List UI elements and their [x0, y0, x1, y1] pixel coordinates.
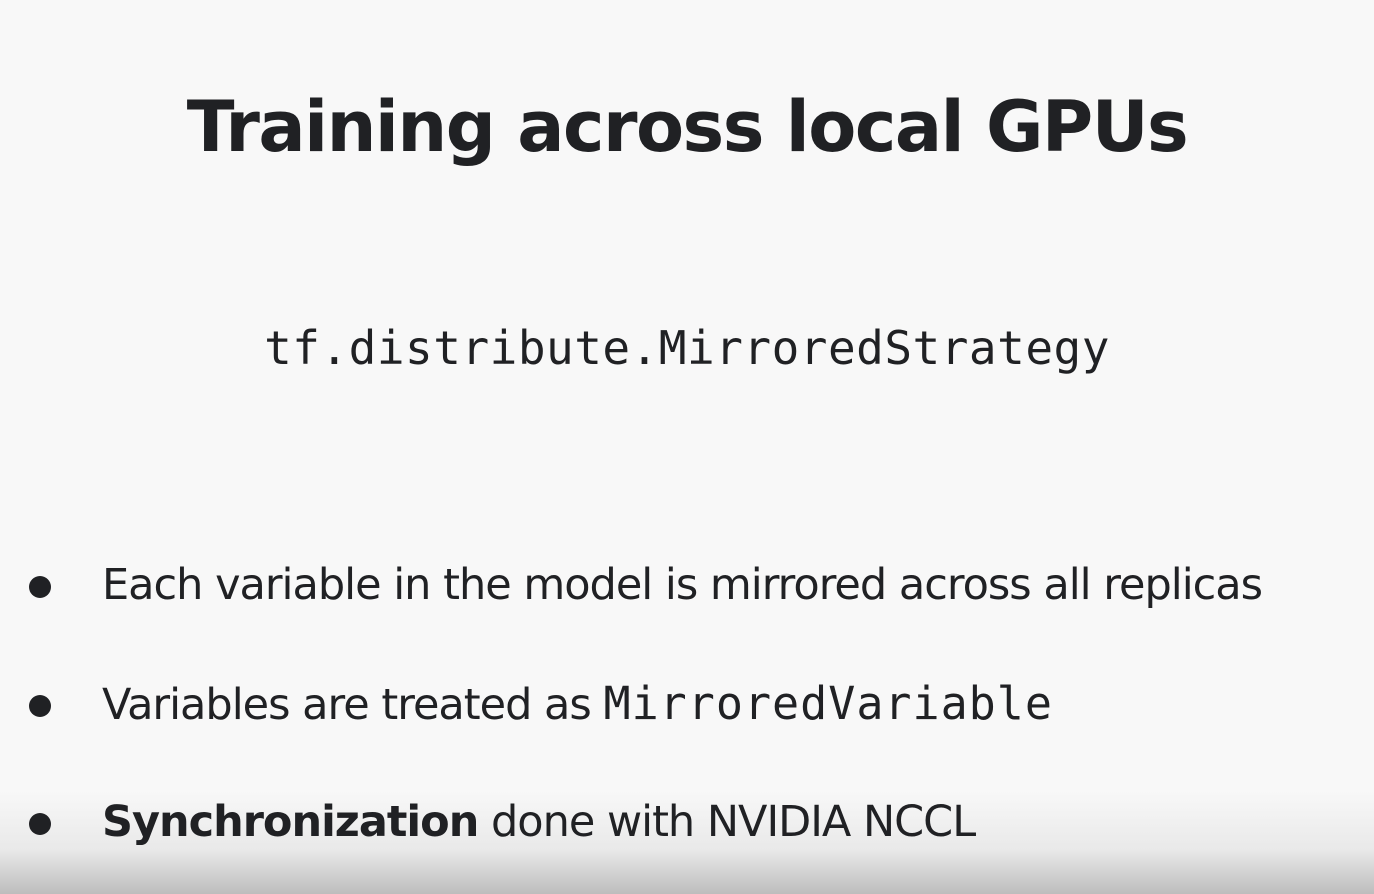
bullet-item: Each variable in the model is mirrored a… [0, 553, 1374, 617]
code-snippet: tf.distribute.MirroredStrategy [264, 321, 1110, 375]
bullet-text-prefix: Variables are treated as [102, 680, 604, 730]
bullet-dot-icon [29, 695, 51, 717]
bullet-text: Variables are treated as MirroredVariabl… [102, 672, 1053, 737]
bullet-dot-icon [29, 813, 51, 835]
bullet-bold-term: Synchronization [102, 797, 479, 847]
bullet-item: Variables are treated as MirroredVariabl… [0, 672, 1374, 736]
slide: Training across local GPUs tf.distribute… [0, 0, 1374, 894]
bullet-text-suffix: done with NVIDIA NCCL [478, 797, 976, 847]
slide-title: Training across local GPUs [186, 86, 1189, 168]
bullet-text: Synchronization done with NVIDIA NCCL [102, 790, 976, 854]
bullet-item: Synchronization done with NVIDIA NCCL [0, 790, 1374, 854]
bullet-text: Each variable in the model is mirrored a… [102, 560, 1263, 610]
bullet-code-term: MirroredVariable [603, 677, 1053, 730]
bullet-dot-icon [29, 576, 51, 598]
